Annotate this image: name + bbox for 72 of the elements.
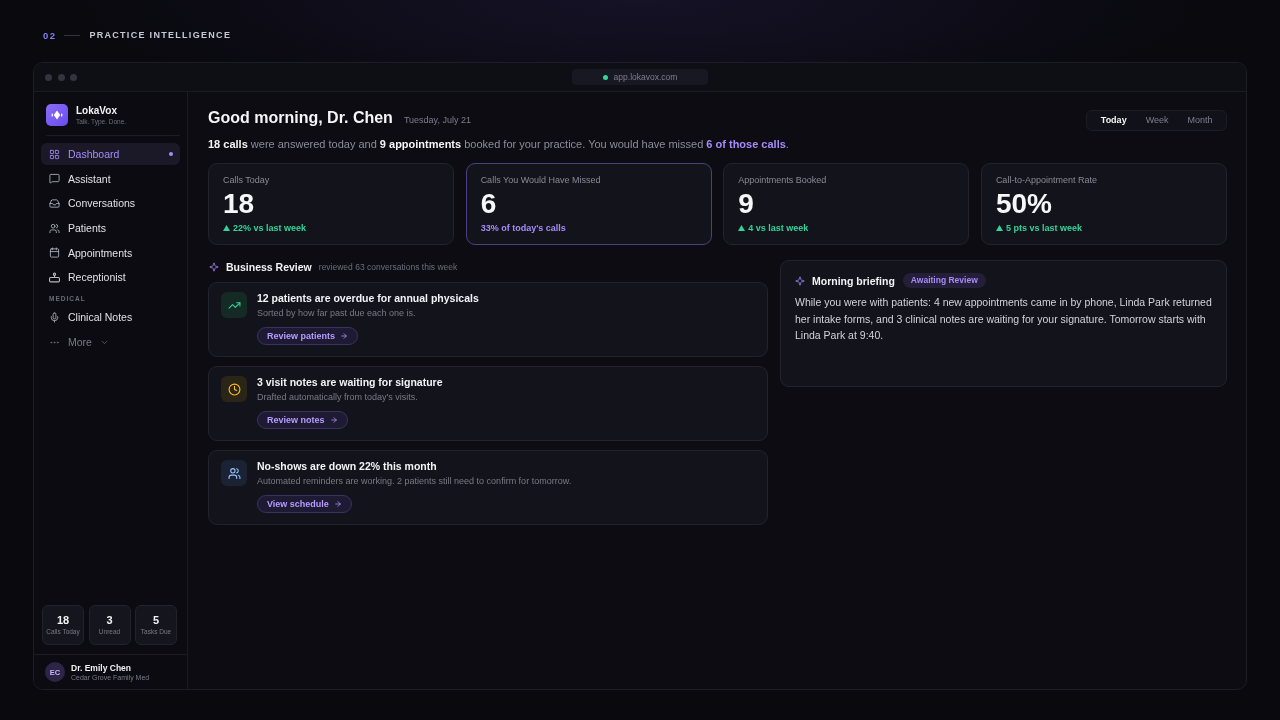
stat-label: Call-to-Appointment Rate xyxy=(995,175,1097,186)
microphone-icon xyxy=(49,311,60,323)
stat-value: 3 xyxy=(106,614,113,628)
chat-bubble-icon xyxy=(49,173,60,185)
triangle-up-icon xyxy=(223,225,230,231)
trend-up-icon xyxy=(221,292,247,318)
more-toggle[interactable]: More xyxy=(41,331,117,354)
action-button[interactable]: View schedule xyxy=(257,495,352,513)
greeting-title: Good morning, Dr. Chen xyxy=(208,109,393,127)
insight-title: No-shows are down 22% this month xyxy=(257,459,437,473)
address-bar[interactable]: app.lokavox.com xyxy=(571,69,709,85)
triangle-up-icon xyxy=(995,225,1003,231)
nav-item[interactable]: Patients xyxy=(41,217,180,240)
range-tab[interactable]: Week xyxy=(1136,110,1178,130)
briefing-text: While you were with patients: 4 new appointments came in by phone, Linda Park returned her intake forms, and 3 clinical notes are waiting for your signature. Tomorrow starts with Linda Park at 9:40. xyxy=(795,295,1212,343)
action-button[interactable]: Review patients xyxy=(257,327,359,345)
stat-value: 18 xyxy=(223,189,255,219)
triangle-up-icon xyxy=(738,225,746,231)
stat-value: 50% xyxy=(995,189,1052,219)
trend-text: 5 pts vs last week xyxy=(1005,222,1082,234)
share-text: 33% of today's calls xyxy=(480,222,566,234)
insight-detail: Sorted by how far past due each one is. xyxy=(257,307,416,319)
calendar-icon xyxy=(49,247,60,259)
stat-label: Appointments Booked xyxy=(738,175,827,186)
briefing-title: Morning briefing xyxy=(812,274,895,287)
range-tab[interactable]: Month xyxy=(1178,110,1222,130)
nav-item[interactable]: Assistant xyxy=(41,167,180,190)
status-badge: Awaiting Review xyxy=(902,273,986,288)
insight-detail: Automated reminders are working. 2 patients still need to confirm for tomorrow. xyxy=(257,475,572,487)
clock-icon xyxy=(221,376,247,402)
nav-item[interactable]: Conversations xyxy=(41,192,180,215)
action-button[interactable]: Review notes xyxy=(257,411,348,429)
arrow-right-icon xyxy=(329,416,338,424)
stat-value: 6 xyxy=(480,189,497,219)
trend-text: 22% vs last week xyxy=(233,222,307,234)
sparkle-icon xyxy=(795,275,805,286)
inbox-icon xyxy=(49,197,60,209)
robot-icon xyxy=(49,271,60,283)
brand-name: LokaVox xyxy=(76,104,118,117)
section-title: PRACTICE INTELLIGENCE xyxy=(89,30,232,40)
grid-icon xyxy=(49,148,60,160)
stat-label: Calls You Would Have Missed xyxy=(480,175,601,186)
section-title: Business Review xyxy=(226,260,312,273)
dot-icon xyxy=(169,152,173,156)
trend-text: 4 vs last week xyxy=(748,222,809,234)
nav-item[interactable]: Dashboard xyxy=(41,143,180,165)
insight-title: 3 visit notes are waiting for signature xyxy=(257,375,443,389)
summary-text: 18 calls were answered today and 9 appointments booked for your practice. You would have missed 6 of those calls. xyxy=(208,137,790,152)
window-dot-icon xyxy=(45,73,52,81)
nav-item[interactable]: Receptionist xyxy=(41,266,180,289)
nav-item[interactable]: Appointments xyxy=(41,241,180,264)
people-icon xyxy=(221,460,247,486)
arrow-right-icon xyxy=(333,500,342,508)
range-tab[interactable]: Today xyxy=(1091,110,1137,130)
user-name: Dr. Emily Chen xyxy=(71,662,132,673)
nav-item[interactable]: Clinical Notes xyxy=(41,306,180,329)
section-number: 02 xyxy=(43,29,57,41)
stat-value: 18 xyxy=(56,614,70,628)
window-dot-icon xyxy=(57,73,65,81)
insight-title: 12 patients are overdue for annual physicals xyxy=(257,291,479,305)
date-text: Tuesday, July 21 xyxy=(403,115,471,125)
insight-detail: Drafted automatically from today's visits. xyxy=(257,391,418,403)
section-subtitle: reviewed 63 conversations this week xyxy=(318,261,458,272)
stat-value: 5 xyxy=(152,614,160,628)
window-dot-icon xyxy=(70,73,77,81)
sparkle-icon xyxy=(209,261,219,272)
stat-label: Calls Today xyxy=(223,175,270,186)
status-dot-icon xyxy=(602,74,608,80)
stat-value: 9 xyxy=(738,189,754,219)
logo-icon xyxy=(46,104,68,126)
people-icon xyxy=(49,222,60,234)
arrow-right-icon xyxy=(340,332,349,340)
